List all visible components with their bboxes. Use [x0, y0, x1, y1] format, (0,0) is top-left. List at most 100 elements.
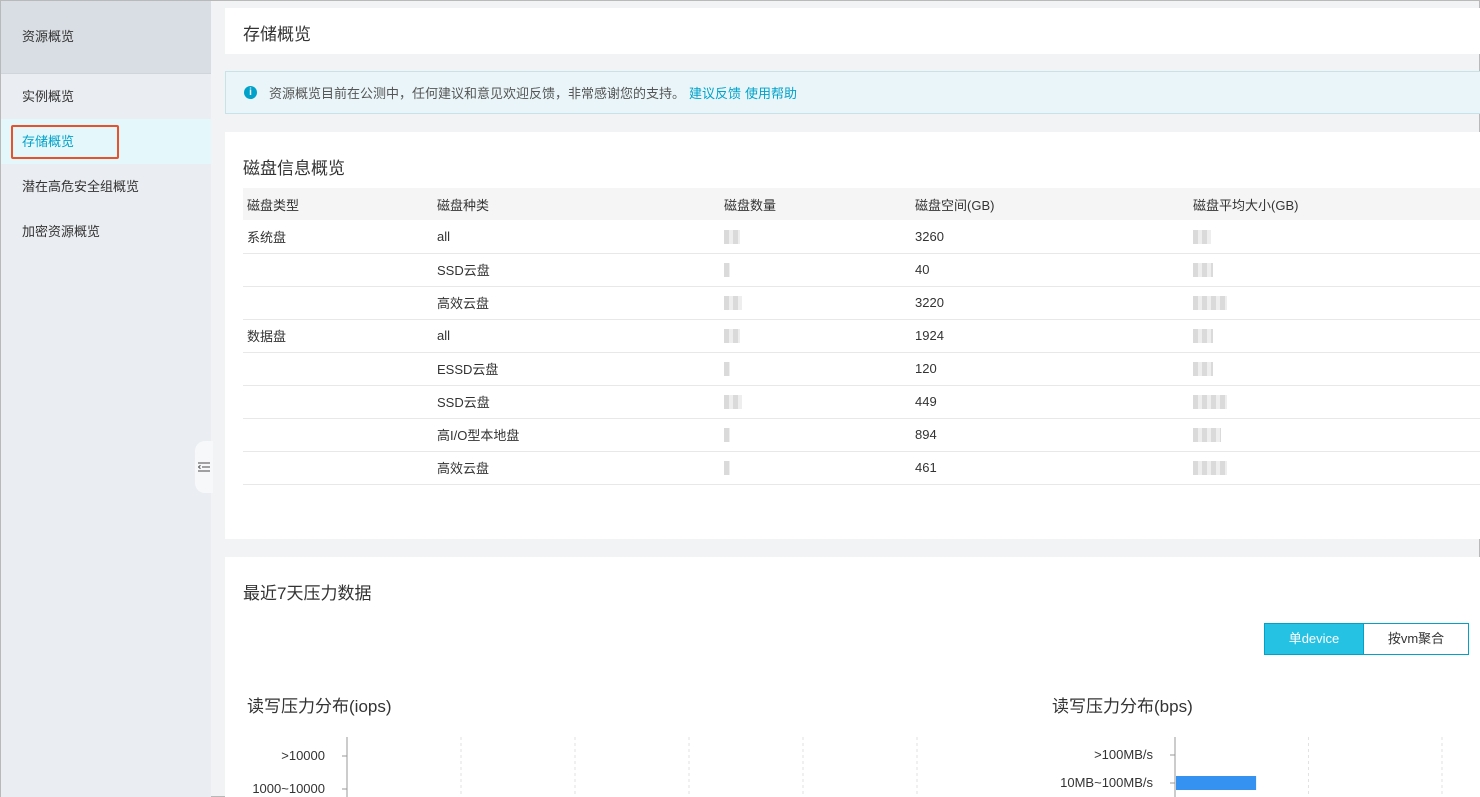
redacted-value	[724, 263, 730, 278]
by-vm-button[interactable]: 按vm聚合	[1364, 623, 1469, 655]
cell-type	[243, 286, 433, 320]
iops-chart-title: 读写压力分布(iops)	[247, 697, 392, 716]
cell-count	[720, 220, 911, 254]
table-row: 高I/O型本地盘 894	[243, 418, 1480, 452]
sidebar-item-encrypted-resources[interactable]: 加密资源概览	[1, 209, 211, 254]
cell-type	[243, 352, 433, 386]
cell-kind: all	[433, 319, 720, 353]
redacted-value	[724, 428, 730, 443]
cell-kind: all	[433, 220, 720, 254]
cell-space: 120	[911, 352, 1189, 386]
col-header: 磁盘种类	[433, 188, 720, 220]
cell-space: 40	[911, 253, 1189, 287]
iops-chart: >10000 1000~10000	[252, 737, 918, 797]
pressure-card: 最近7天压力数据 单device 按vm聚合 读写压力分布(iops) >100…	[225, 557, 1480, 797]
notice-text: 资源概览目前在公测中，任何建议和意见欢迎反馈，非常感谢您的支持。	[269, 86, 686, 101]
col-header: 磁盘空间(GB)	[911, 188, 1189, 220]
redacted-value	[724, 395, 742, 410]
redacted-value	[724, 461, 730, 476]
cell-type: 系统盘	[243, 220, 433, 254]
table-row: 高效云盘 3220	[243, 286, 1480, 320]
disk-table: 磁盘类型 磁盘种类 磁盘数量 磁盘空间(GB) 磁盘平均大小(GB) 系统盘 al…	[243, 188, 1480, 485]
disk-overview-card: 磁盘信息概览 磁盘类型 磁盘种类 磁盘数量 磁盘空间(GB) 磁盘平均大小(GB…	[225, 132, 1480, 539]
redacted-value	[1193, 230, 1211, 245]
cell-avg	[1189, 286, 1480, 320]
sidebar-item-label: 加密资源概览	[22, 224, 101, 239]
table-header-row: 磁盘类型 磁盘种类 磁盘数量 磁盘空间(GB) 磁盘平均大小(GB)	[243, 188, 1480, 220]
page-title: 存储概览	[225, 8, 1480, 54]
y-tick-label: >10000	[281, 748, 325, 763]
table-row: SSD云盘 449	[243, 385, 1480, 419]
notice-banner: i 资源概览目前在公测中，任何建议和意见欢迎反馈，非常感谢您的支持。 建议反馈 …	[225, 71, 1480, 114]
help-link[interactable]: 使用帮助	[745, 83, 797, 102]
cell-kind: SSD云盘	[433, 385, 720, 419]
redacted-value	[724, 329, 740, 344]
cell-type	[243, 418, 433, 452]
cell-type	[243, 451, 433, 485]
redacted-value	[724, 296, 742, 311]
cell-type: 数据盘	[243, 319, 433, 353]
sidebar: 资源概览 实例概览 存储概览 潜在高危安全组概览 加密资源概览	[1, 1, 211, 797]
cell-space: 894	[911, 418, 1189, 452]
cell-type	[243, 253, 433, 287]
cell-avg	[1189, 220, 1480, 254]
single-device-button[interactable]: 单device	[1264, 623, 1364, 655]
bps-chart-title: 读写压力分布(bps)	[1052, 697, 1193, 716]
redacted-value	[1193, 296, 1227, 311]
redacted-value	[1193, 362, 1213, 377]
cell-kind: SSD云盘	[433, 253, 720, 287]
col-header: 磁盘平均大小(GB)	[1189, 188, 1480, 220]
pressure-title: 最近7天压力数据	[243, 584, 372, 603]
cell-count	[720, 319, 911, 353]
main-content: 存储概览 i 资源概览目前在公测中，任何建议和意见欢迎反馈，非常感谢您的支持。 …	[225, 1, 1480, 797]
cell-kind: 高I/O型本地盘	[433, 418, 720, 452]
sidebar-item-storage-overview[interactable]: 存储概览	[1, 119, 211, 164]
y-tick-label: 10MB~100MB/s	[1060, 775, 1153, 790]
cell-count	[720, 253, 911, 287]
cell-space: 3220	[911, 286, 1189, 320]
cell-count	[720, 385, 911, 419]
aggregation-toggle: 单device 按vm聚合	[1264, 623, 1469, 655]
cell-count	[720, 451, 911, 485]
redacted-value	[724, 362, 730, 377]
collapse-sidebar-button[interactable]	[195, 441, 213, 493]
table-row: 数据盘 all 1924	[243, 319, 1480, 353]
cell-avg	[1189, 451, 1480, 485]
sidebar-item-risky-security-groups[interactable]: 潜在高危安全组概览	[1, 164, 211, 209]
cell-count	[720, 418, 911, 452]
table-row: 系统盘 all 3260	[243, 220, 1480, 254]
cell-space: 449	[911, 385, 1189, 419]
redacted-value	[1193, 428, 1221, 443]
cell-space: 3260	[911, 220, 1189, 254]
cell-count	[720, 286, 911, 320]
redacted-value	[1193, 329, 1213, 344]
cell-count	[720, 352, 911, 386]
redacted-value	[1193, 263, 1213, 278]
col-header: 磁盘类型	[243, 188, 433, 220]
sidebar-item-instance-overview[interactable]: 实例概览	[1, 74, 211, 119]
cell-avg	[1189, 253, 1480, 287]
cell-avg	[1189, 352, 1480, 386]
sidebar-title: 资源概览	[1, 1, 211, 74]
redacted-value	[1193, 461, 1227, 476]
cell-kind: ESSD云盘	[433, 352, 720, 386]
cell-avg	[1189, 418, 1480, 452]
table-row: ESSD云盘 120	[243, 352, 1480, 386]
bar	[1176, 776, 1257, 790]
feedback-link[interactable]: 建议反馈	[689, 83, 741, 102]
cell-kind: 高效云盘	[433, 451, 720, 485]
cell-space: 1924	[911, 319, 1189, 353]
info-icon: i	[244, 86, 257, 99]
y-tick-label: >100MB/s	[1094, 747, 1153, 762]
disk-overview-title: 磁盘信息概览	[243, 159, 345, 178]
redacted-value	[724, 230, 740, 245]
cell-type	[243, 385, 433, 419]
col-header: 磁盘数量	[720, 188, 911, 220]
cell-avg	[1189, 385, 1480, 419]
sidebar-item-label: 潜在高危安全组概览	[22, 179, 140, 194]
collapse-icon	[198, 462, 210, 472]
y-tick-label: 1000~10000	[252, 781, 325, 796]
sidebar-item-label: 实例概览	[22, 89, 75, 104]
cell-space: 461	[911, 451, 1189, 485]
cell-kind: 高效云盘	[433, 286, 720, 320]
